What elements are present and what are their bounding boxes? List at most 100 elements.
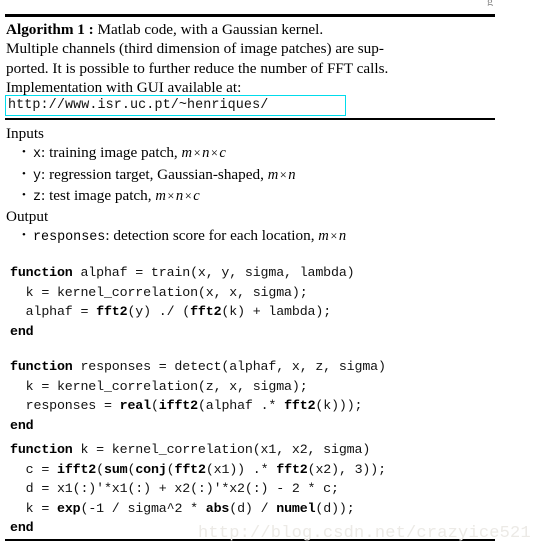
times-icon: × xyxy=(279,167,287,182)
code-keyword: numel xyxy=(276,500,316,516)
list-item: • y: regression target, Gaussian-shaped, … xyxy=(6,165,526,186)
algorithm-title-line: Algorithm 1 : Matlab code, with a Gaussi… xyxy=(6,20,506,39)
output-var-name: responses xyxy=(33,230,106,246)
dim-m: m xyxy=(181,145,193,162)
dim-m: m xyxy=(155,187,166,204)
code-keyword: fft2 xyxy=(276,461,308,477)
code-text: k = xyxy=(10,500,57,516)
input-description: test image patch, xyxy=(45,186,156,204)
code-keyword: abs xyxy=(205,500,230,516)
code-keyword: end xyxy=(10,323,34,339)
code-text: c = xyxy=(10,461,57,477)
dim-m: m xyxy=(318,228,329,245)
code-line: k = kernel_correlation(z, x, sigma); xyxy=(10,377,386,397)
code-keyword: ifft2 xyxy=(158,398,198,414)
algorithm-header: Algorithm 1 : Matlab code, with a Gaussi… xyxy=(6,20,506,97)
code-text: (k) + lambda); xyxy=(221,304,332,320)
code-line: c = ifft2(sum(conj(fft2(x1)) .* fft2(x2)… xyxy=(10,460,386,480)
dim-c: c xyxy=(219,145,226,162)
project-url-link[interactable]: http://www.isr.uc.pt/~henriques/ xyxy=(6,98,268,113)
code-keyword: fft2 xyxy=(96,304,128,320)
input-description: regression target, Gaussian-shaped, xyxy=(45,165,268,183)
code-line: end xyxy=(10,416,386,436)
clipped-top-glyph: g xyxy=(487,0,503,6)
code-text: (y) ./ ( xyxy=(127,304,191,320)
code-text: ( xyxy=(96,461,104,477)
code-keyword: conj xyxy=(135,461,167,477)
code-text: ( xyxy=(166,461,175,477)
code-keyword: fft2 xyxy=(190,304,222,320)
code-text: (x1)) .* xyxy=(205,461,277,477)
list-item: • x: training image patch, m × n × c xyxy=(6,143,526,164)
code-text: d = x1(:)'*x1(:) + x2(:)'*x2(:) - 2 * c; xyxy=(10,481,339,497)
times-icon: × xyxy=(210,146,218,161)
dim-c: c xyxy=(193,187,200,204)
bullet-icon: • xyxy=(22,146,26,159)
algorithm-desc-line-1: Multiple channels (third dimension of im… xyxy=(6,40,384,58)
code-line: alphaf = fft2(y) ./ (fft2(k) + lambda); xyxy=(10,302,355,322)
code-line: function alphaf = train(x, y, sigma, lam… xyxy=(10,263,355,283)
code-line: k = exp(-1 / sigma^2 * abs(d) / numel(d)… xyxy=(10,499,386,519)
code-text: alphaf = train(x, y, sigma, lambda) xyxy=(72,265,355,280)
output-heading: Output xyxy=(6,208,49,226)
times-icon: × xyxy=(193,146,201,161)
code-text: k = kernel_correlation(z, x, sigma); xyxy=(10,378,308,394)
code-text: ( xyxy=(150,398,159,414)
output-list: • responses: detection score for each loc… xyxy=(6,226,526,247)
code-text: (k))); xyxy=(315,398,363,414)
times-icon: × xyxy=(167,188,175,203)
code-keyword: exp xyxy=(56,500,81,516)
input-var-name: z xyxy=(33,189,42,205)
list-item: • z: test image patch, m × n × c xyxy=(6,186,526,207)
code-keyword: ifft2 xyxy=(56,461,97,477)
list-item: • responses: detection score for each loc… xyxy=(6,226,526,247)
code-keyword: fft2 xyxy=(284,398,316,414)
code-line: end xyxy=(10,322,355,342)
code-text: (x2), 3)); xyxy=(307,461,386,477)
code-text: (d) / xyxy=(229,500,277,516)
code-keyword: sum xyxy=(103,461,128,477)
code-line: k = kernel_correlation(x, x, sigma); xyxy=(10,283,355,303)
input-var-name: y xyxy=(33,168,42,184)
code-keyword: function xyxy=(10,442,73,457)
dim-n: n xyxy=(288,166,296,183)
code-text: alphaf = xyxy=(10,304,97,320)
code-text: (alphaf .* xyxy=(197,398,285,414)
code-keyword: end xyxy=(10,417,34,433)
bullet-icon: • xyxy=(22,188,26,201)
input-description: training image patch, xyxy=(45,144,182,162)
algorithm-title-rest: Matlab code, with a Gaussian kernel. xyxy=(93,21,324,38)
algorithm-title-label: Algorithm 1 : xyxy=(6,21,94,38)
rule-top xyxy=(5,14,495,17)
code-text: responses = xyxy=(10,398,120,414)
code-text: responses = detect(alphaf, x, z, sigma) xyxy=(72,359,386,374)
code-block-detect: function responses = detect(alphaf, x, z… xyxy=(10,357,386,435)
rule-middle xyxy=(5,118,495,120)
code-text: (d)); xyxy=(315,500,355,516)
inputs-list: • x: training image patch, m × n × c • y: regr… xyxy=(6,143,526,207)
url-highlight-box[interactable]: http://www.isr.uc.pt/~henriques/ xyxy=(5,95,346,116)
dim-m: m xyxy=(267,166,279,183)
bullet-icon: • xyxy=(22,167,26,180)
input-var-name: x xyxy=(33,147,42,163)
code-text: k = kernel_correlation(x, x, sigma); xyxy=(10,284,308,300)
inputs-heading: Inputs xyxy=(6,125,44,142)
code-text: (-1 / sigma^2 * xyxy=(80,500,206,516)
algorithm-page: g Algorithm 1 : Matlab code, with a Gaus… xyxy=(0,0,557,555)
dim-n: n xyxy=(338,228,347,245)
code-keyword: function xyxy=(10,265,73,280)
times-icon: × xyxy=(184,188,192,203)
bullet-icon: • xyxy=(22,229,26,242)
algorithm-desc-line-2: ported. It is possible to further reduce… xyxy=(6,59,389,77)
code-keyword: function xyxy=(10,359,73,374)
inputs-output-block: Inputs • x: training image patch, m × n × c •… xyxy=(6,124,526,248)
code-line: d = x1(:)'*x1(:) + x2(:)'*x2(:) - 2 * c; xyxy=(10,479,386,499)
output-description: detection score for each location, xyxy=(109,227,319,245)
code-line: function responses = detect(alphaf, x, z… xyxy=(10,357,386,377)
code-line: function k = kernel_correlation(x1, x2, … xyxy=(10,440,386,460)
times-icon: × xyxy=(330,229,338,244)
code-keyword: real xyxy=(119,398,151,414)
watermark-text: http://blog.csdn.net/crazyice521 xyxy=(198,524,531,543)
code-keyword: fft2 xyxy=(174,461,206,477)
code-keyword: end xyxy=(10,520,34,536)
